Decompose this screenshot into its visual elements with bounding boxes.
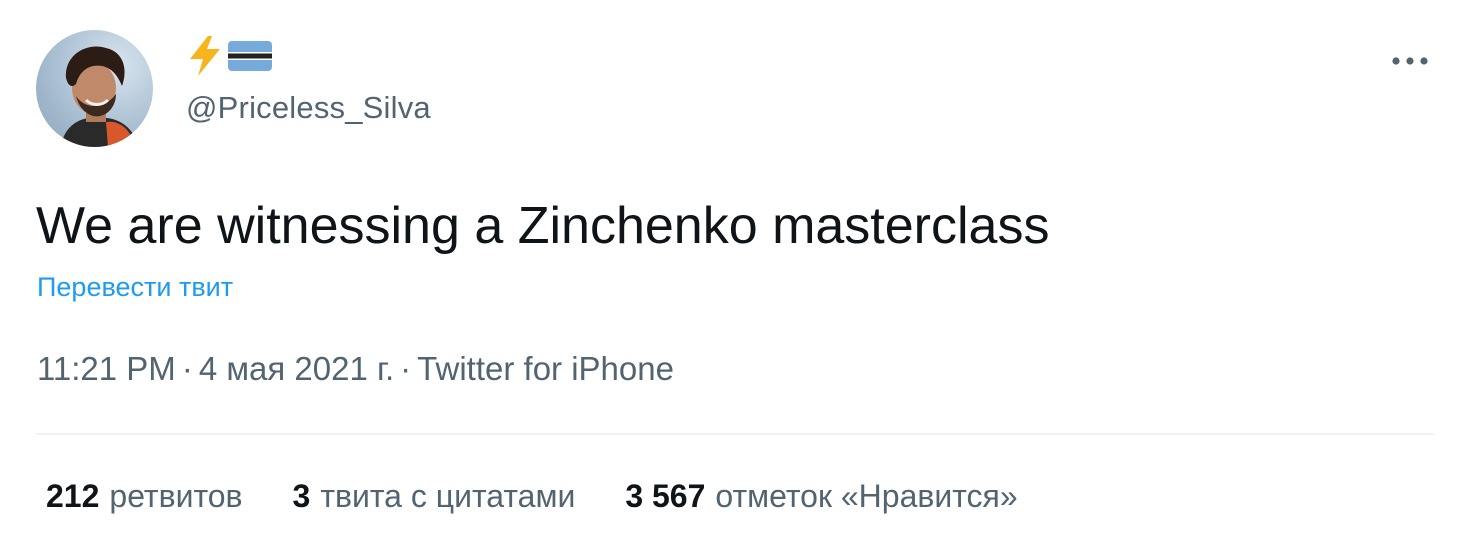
retweets-label: ретвитов — [109, 478, 243, 514]
quotes-stat[interactable]: 3 твита с цитатами — [293, 478, 576, 515]
tweet-date[interactable]: 4 мая 2021 г. — [199, 350, 394, 387]
quotes-label: твита с цитатами — [320, 478, 576, 514]
tweet-meta: 11:21 PM · 4 мая 2021 г. · Twitter for iPhon… — [37, 350, 674, 388]
more-dots-icon — [1392, 57, 1428, 65]
retweets-stat[interactable]: 212 ретвитов — [46, 478, 243, 515]
tweet-source[interactable]: Twitter for iPhone — [417, 350, 674, 387]
tweet-time[interactable]: 11:21 PM — [37, 350, 176, 387]
meta-separator: · — [400, 350, 412, 387]
likes-label: отметок «Нравится» — [715, 478, 1018, 514]
lightning-bolt-icon — [188, 35, 222, 81]
retweets-count: 212 — [46, 478, 100, 514]
quotes-count: 3 — [292, 478, 311, 514]
tweet-text: We are witnessing a Zinchenko masterclas… — [36, 197, 1050, 255]
botswana-flag-icon — [228, 40, 272, 76]
more-options-button[interactable] — [1388, 45, 1432, 77]
avatar-image — [61, 46, 138, 147]
engagement-stats: 212 ретвитов 3 твита с цитатами 3 567 отмет… — [46, 478, 1018, 515]
translate-tweet-link[interactable]: Перевести твит — [37, 272, 233, 303]
meta-separator: · — [181, 350, 193, 387]
likes-stat[interactable]: 3 567 отметок «Нравится» — [625, 478, 1017, 515]
tweet-card: @Priceless_Silva We are witnessing a Zin… — [0, 0, 1460, 553]
likes-count: 3 567 — [625, 478, 706, 514]
avatar[interactable] — [36, 30, 153, 147]
author-handle[interactable]: @Priceless_Silva — [186, 90, 431, 126]
display-name[interactable] — [188, 35, 272, 81]
divider — [36, 433, 1434, 435]
